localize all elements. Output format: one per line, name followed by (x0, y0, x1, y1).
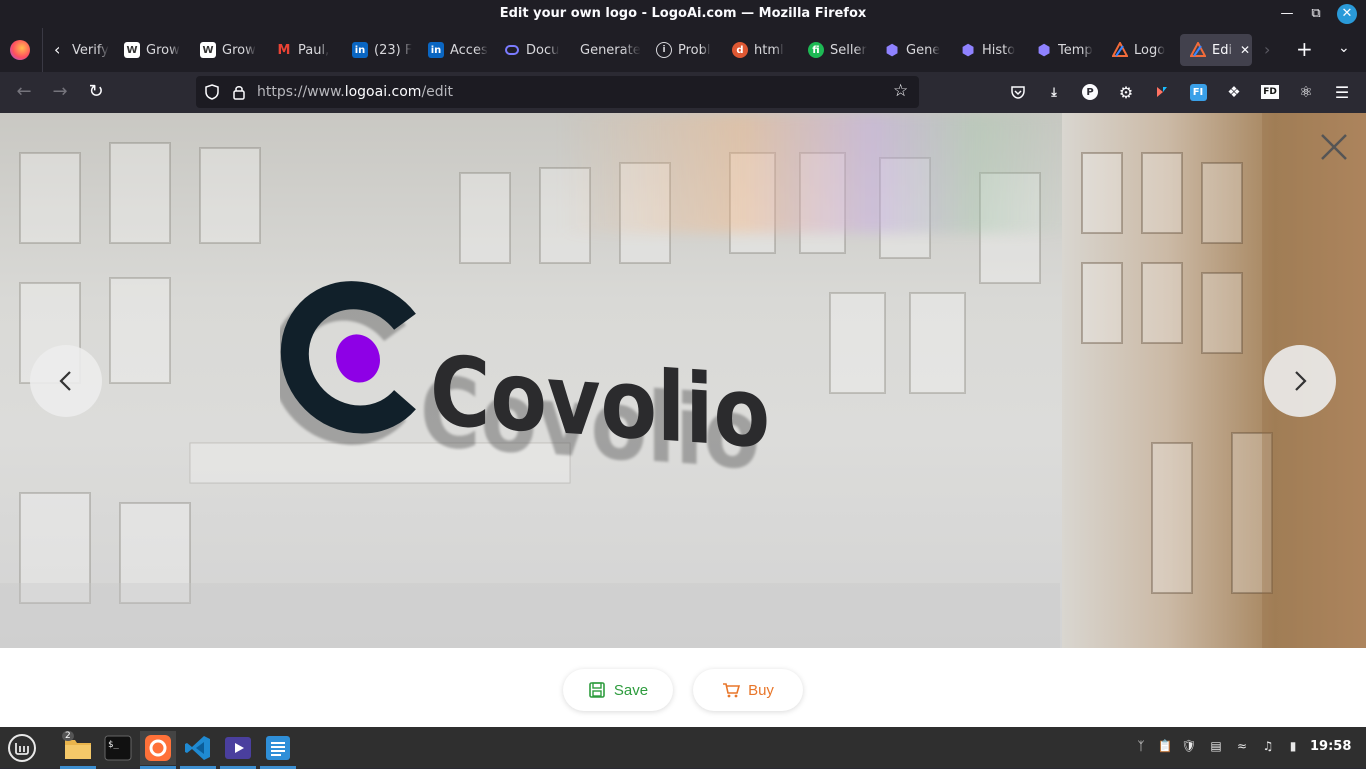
tab-scroll-right-icon[interactable]: › (1264, 40, 1270, 59)
tab-linkedin-1[interactable]: in (23) F (342, 34, 418, 66)
tab-html[interactable]: d html (722, 34, 798, 66)
battery-icon[interactable]: ▮ (1285, 739, 1301, 755)
tab-linkedin-2[interactable]: in Acces (418, 34, 494, 66)
bookmark-star-icon[interactable]: ☆ (893, 81, 908, 101)
logoai-icon (1190, 42, 1206, 58)
duckduckgo-icon: d (732, 42, 748, 58)
previous-mockup-button[interactable] (30, 345, 102, 417)
tab-temp[interactable]: ⬢ Temp (1026, 34, 1102, 66)
chevron-right-icon (1295, 371, 1307, 391)
forward-icon[interactable]: → (48, 80, 72, 104)
webflow-icon: W (124, 42, 140, 58)
logo-brand-text: Covolio (430, 335, 770, 471)
tab-verify[interactable]: Verify (62, 34, 114, 66)
lock-icon[interactable] (230, 83, 248, 101)
save-icon (589, 682, 605, 698)
tab-grow-2[interactable]: W Grow (190, 34, 266, 66)
extension-fi-icon[interactable]: FI (1188, 82, 1208, 102)
downloads-icon[interactable]: ⤓ (1044, 82, 1064, 102)
close-preview-icon[interactable] (1316, 129, 1352, 165)
wifi-icon[interactable]: ≈ (1234, 739, 1250, 755)
media-player-icon[interactable] (220, 731, 256, 769)
window-titlebar: Edit your own logo - LogoAi.com — Mozill… (0, 0, 1366, 28)
navigation-bar: ← → ↻ https://www.logoai.com/edit ☆ ⤓ P … (0, 72, 1366, 113)
extension-fd-icon[interactable]: FD (1260, 82, 1280, 102)
firefox-menu-icon[interactable] (10, 40, 30, 60)
buy-label: Buy (748, 681, 774, 699)
light-reflection (560, 113, 1080, 233)
docs-icon (504, 42, 520, 58)
list-all-tabs-icon[interactable]: ⌄ (1338, 40, 1350, 56)
tab-scroll-left-icon[interactable]: ‹ (54, 40, 60, 59)
action-bar: Save Buy (0, 648, 1366, 727)
save-label: Save (613, 681, 649, 699)
tab-close-icon[interactable]: ✕ (1240, 43, 1250, 57)
svg-text:$_: $_ (108, 740, 119, 750)
app-menu-icon[interactable]: ☰ (1332, 82, 1352, 102)
shield-tray-icon[interactable]: 🛡 (1181, 739, 1197, 755)
page-content: Covolio Covolio Save Buy (0, 113, 1366, 727)
fi-icon: fi (808, 42, 824, 58)
pocket-icon[interactable] (1008, 82, 1028, 102)
files-badge: 2 (62, 731, 74, 741)
webflow-icon: W (200, 42, 216, 58)
tab-seller[interactable]: fi Seller (798, 34, 874, 66)
notes-icon[interactable]: ▤ (1208, 739, 1224, 755)
back-icon[interactable]: ← (12, 80, 36, 104)
next-mockup-button[interactable] (1264, 345, 1336, 417)
tab-gene[interactable]: ⬢ Gene (874, 34, 950, 66)
buy-button[interactable]: Buy (693, 669, 803, 711)
reload-icon[interactable]: ↻ (84, 80, 108, 104)
extension-gear-icon[interactable]: ⚙ (1116, 82, 1136, 102)
url-bar[interactable]: https://www.logoai.com/edit ☆ (196, 76, 919, 108)
extensions-puzzle-icon[interactable]: ❖ (1224, 82, 1244, 102)
extension-p-icon[interactable]: P (1080, 82, 1100, 102)
new-tab-icon[interactable]: + (1296, 37, 1313, 61)
minimize-icon[interactable]: — (1277, 4, 1297, 24)
info-icon: i (656, 42, 672, 58)
terminal-icon[interactable]: $_ (100, 731, 136, 765)
firefox-taskbar-icon[interactable] (140, 731, 176, 769)
cart-icon (723, 683, 741, 698)
hex-icon: ⬢ (885, 41, 899, 59)
extension-figma-icon[interactable] (1152, 82, 1172, 102)
sound-icon[interactable]: ♫ (1260, 739, 1276, 755)
window-title: Edit your own logo - LogoAi.com — Mozill… (499, 6, 867, 21)
logoai-icon (1112, 42, 1128, 58)
tab-grow-1[interactable]: W Grow (114, 34, 190, 66)
tab-logo[interactable]: Logo (1102, 34, 1178, 66)
hex-icon: ⬢ (1037, 41, 1051, 59)
url-text[interactable]: https://www.logoai.com/edit (257, 84, 453, 100)
tab-problem[interactable]: i Probl (646, 34, 722, 66)
save-button[interactable]: Save (563, 669, 673, 711)
mint-menu-icon[interactable] (4, 731, 40, 765)
chevron-left-icon (59, 371, 71, 391)
files-icon[interactable]: 2 (60, 731, 96, 769)
system-taskbar: 2 $_ ᛉ 📋 🛡 ▤ ≈ ♫ ▮ 19:58 (0, 727, 1366, 769)
extension-react-icon[interactable]: ⚛ (1296, 82, 1316, 102)
text-editor-icon[interactable] (260, 731, 296, 769)
close-icon[interactable]: ✕ (1337, 4, 1357, 24)
gmail-icon: M (277, 42, 291, 58)
linkedin-icon: in (352, 42, 368, 58)
vscode-icon[interactable] (180, 731, 216, 769)
clipboard-icon[interactable]: 📋 (1157, 739, 1173, 755)
tab-divider (42, 28, 43, 72)
tab-histo[interactable]: ⬢ Histo (950, 34, 1026, 66)
tab-edit-active[interactable]: Edi ✕ (1180, 34, 1252, 66)
tab-bar: ‹ Verify W Grow W Grow M Paul, in (23) F… (0, 28, 1366, 72)
tab-docu[interactable]: Docu (494, 34, 570, 66)
clock[interactable]: 19:58 (1310, 739, 1351, 754)
linkedin-icon: in (428, 42, 444, 58)
logo-mockup-preview: Covolio Covolio (0, 113, 1366, 648)
logo-dot (336, 334, 380, 383)
restore-icon[interactable]: ⧉ (1306, 4, 1326, 24)
covolio-logo: Covolio Covolio (280, 281, 770, 473)
hex-icon: ⬢ (961, 41, 975, 59)
tab-gmail[interactable]: M Paul, (266, 34, 342, 66)
tab-generate[interactable]: Generate (570, 34, 646, 66)
shield-icon[interactable] (203, 83, 221, 101)
bluetooth-icon[interactable]: ᛉ (1133, 739, 1149, 755)
